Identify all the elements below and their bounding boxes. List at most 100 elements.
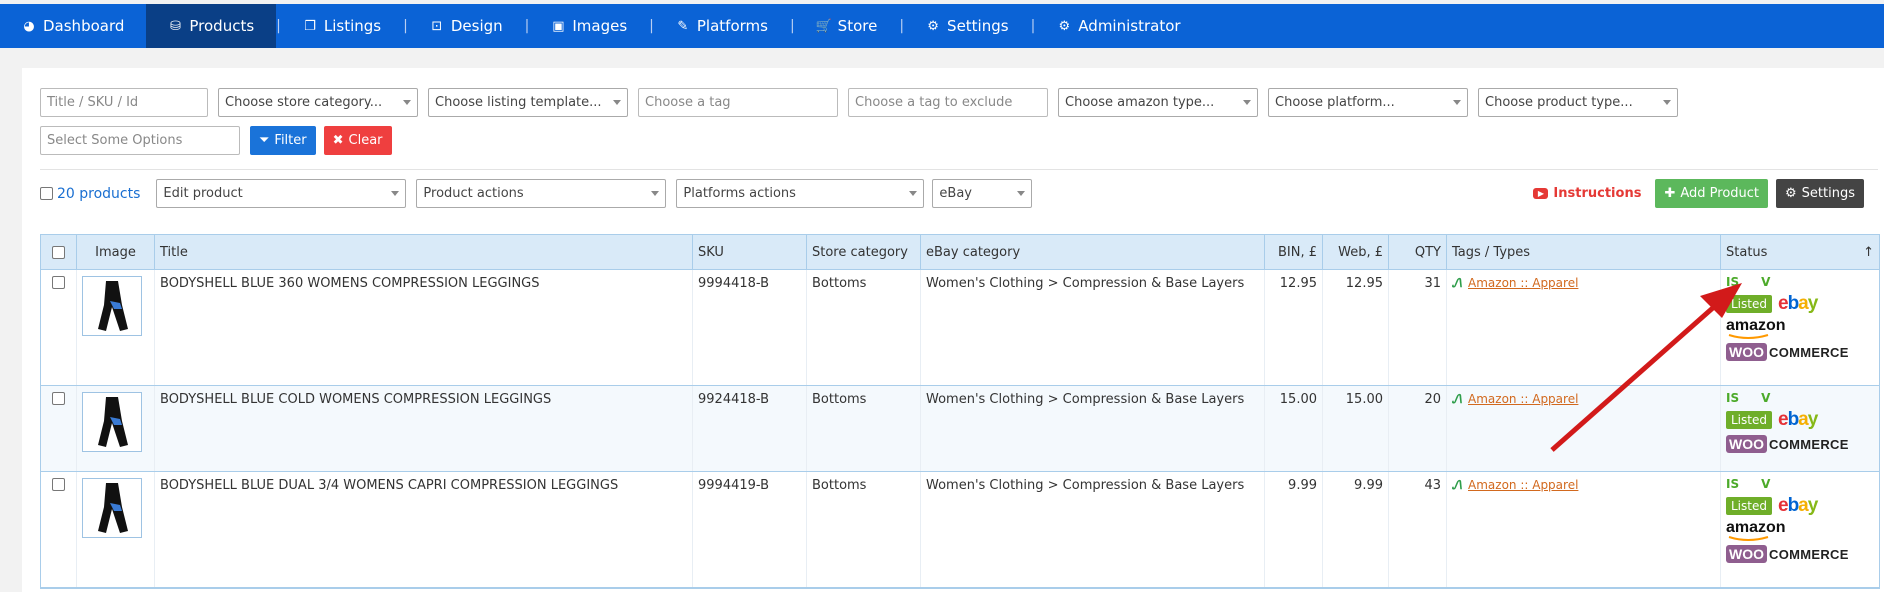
nav-item-administrator[interactable]: ⚙ Administrator [1035, 4, 1202, 48]
tag-input[interactable]: Choose a tag [638, 88, 838, 117]
product-store-category: Bottoms [807, 270, 921, 385]
store-category-value: Choose store category... [225, 95, 383, 110]
tag-exclude-input[interactable]: Choose a tag to exclude [848, 88, 1048, 117]
product-ebay-category: Women's Clothing > Compression & Base La… [921, 386, 1265, 471]
header-store-category[interactable]: Store category [807, 235, 921, 269]
edit-product-value: Edit product [163, 186, 243, 201]
header-sku[interactable]: SKU [693, 235, 807, 269]
product-tags: Ꮑ Amazon :: Apparel [1447, 386, 1721, 471]
header-bin[interactable]: BIN, £ [1265, 235, 1323, 269]
listing-template-select[interactable]: Choose listing template... [428, 88, 628, 117]
tag-link[interactable]: Amazon :: Apparel [1468, 478, 1578, 492]
chevron-down-icon [391, 191, 400, 196]
product-web-price: 9.99 [1323, 472, 1389, 587]
product-image[interactable] [82, 392, 142, 452]
sort-icon: ↑ [1863, 244, 1874, 260]
product-qty: 31 [1389, 270, 1447, 385]
nav-item-platforms[interactable]: ✎ Platforms [654, 4, 790, 48]
options-input[interactable]: Select Some Options [40, 126, 240, 155]
table-row[interactable]: BODYSHELL BLUE COLD WOMENS COMPRESSION L… [41, 386, 1879, 472]
header-checkbox[interactable] [52, 245, 65, 259]
nav-item-store[interactable]: 🛒 Store [795, 4, 900, 48]
product-type-select[interactable]: Choose product type... [1478, 88, 1678, 117]
nav-item-settings[interactable]: ⚙ Settings [904, 4, 1031, 48]
nav-item-products[interactable]: ⛁ Products [146, 4, 277, 48]
edit-product-select[interactable]: Edit product [156, 179, 407, 208]
clear-button[interactable]: ✖ Clear [323, 126, 392, 155]
product-title[interactable]: BODYSHELL BLUE COLD WOMENS COMPRESSION L… [155, 386, 693, 471]
header-status[interactable]: Status ↑ [1721, 235, 1879, 269]
title-sku-input[interactable]: Title / SKU / Id [40, 88, 208, 117]
listed-badge: Listed [1726, 497, 1772, 515]
header-tags[interactable]: Tags / Types [1447, 235, 1721, 269]
instructions-link[interactable]: ▶ Instructions [1533, 186, 1641, 201]
platforms-actions-select[interactable]: Platforms actions [676, 179, 925, 208]
nav-item-dashboard[interactable]: ◕ Dashboard [0, 4, 146, 48]
product-actions-select[interactable]: Product actions [416, 179, 667, 208]
woocommerce-logo: WOO COMMERCE [1726, 343, 1874, 361]
leggings-image-icon [98, 397, 128, 447]
product-type-value: Choose product type... [1485, 95, 1633, 110]
nav-label: Listings [323, 17, 382, 35]
ebay-logo: ebay [1777, 495, 1818, 516]
product-tags: Ꮑ Amazon :: Apparel [1447, 472, 1721, 587]
header-title[interactable]: Title [155, 235, 693, 269]
header-select-all [41, 235, 77, 269]
plug-icon: ✎ [677, 18, 689, 34]
row-checkbox[interactable] [52, 276, 65, 289]
product-qty: 20 [1389, 386, 1447, 471]
status-header-label: Status [1726, 244, 1768, 260]
nav-item-listings[interactable]: ❐ Listings [281, 4, 403, 48]
add-product-button[interactable]: ✚ Add Product [1655, 179, 1769, 208]
product-status: IS V Listed ebay WOO COMMERCE [1721, 386, 1879, 471]
header-web[interactable]: Web, £ [1323, 235, 1389, 269]
header-image[interactable]: Image [77, 235, 155, 269]
store-category-select[interactable]: Choose store category... [218, 88, 418, 117]
listing-template-value: Choose listing template... [435, 95, 602, 110]
chevron-down-icon [909, 191, 918, 196]
plus-icon: ✚ [1664, 186, 1676, 201]
product-web-price: 15.00 [1323, 386, 1389, 471]
nav-label: Settings [947, 17, 1009, 35]
nav-label: Products [189, 17, 255, 35]
chevron-down-icon [403, 100, 411, 105]
clear-label: Clear [348, 133, 383, 148]
amazon-type-value: Choose amazon type... [1065, 95, 1215, 110]
product-bin-price: 15.00 [1265, 386, 1323, 471]
product-image[interactable] [82, 276, 142, 336]
table-row[interactable]: BODYSHELL BLUE DUAL 3/4 WOMENS CAPRI COM… [41, 472, 1879, 588]
product-ebay-category: Women's Clothing > Compression & Base La… [921, 270, 1265, 385]
row-checkbox[interactable] [52, 478, 65, 491]
nav-item-design[interactable]: ⊡ Design [408, 4, 525, 48]
cubes-icon: ⛁ [169, 18, 181, 34]
filter-button[interactable]: ⏷ Filter [250, 126, 316, 155]
product-title[interactable]: BODYSHELL BLUE 360 WOMENS COMPRESSION LE… [155, 270, 693, 385]
product-store-category: Bottoms [807, 386, 921, 471]
amazon-type-select[interactable]: Choose amazon type... [1058, 88, 1258, 117]
product-image[interactable] [82, 478, 142, 538]
settings-button[interactable]: ⚙ Settings [1776, 179, 1864, 208]
table-row[interactable]: BODYSHELL BLUE 360 WOMENS COMPRESSION LE… [41, 270, 1879, 386]
tag-link[interactable]: Amazon :: Apparel [1468, 392, 1578, 406]
platform-select[interactable]: Choose platform... [1268, 88, 1468, 117]
platform-filter-select[interactable]: eBay [932, 179, 1033, 208]
select-all-products-checkbox[interactable] [40, 187, 53, 200]
nav-label: Design [450, 17, 503, 35]
listed-badge: Listed [1726, 295, 1772, 313]
product-web-price: 12.95 [1323, 270, 1389, 385]
row-image-cell [77, 472, 155, 587]
filter-label: Filter [274, 133, 307, 148]
copy-icon: ❐ [304, 18, 316, 34]
nav-item-images[interactable]: ▣ Images [529, 4, 649, 48]
tag-link[interactable]: Amazon :: Apparel [1468, 276, 1578, 290]
gear-icon: ⚙ [927, 18, 939, 34]
woocommerce-logo: WOO COMMERCE [1726, 545, 1874, 563]
row-checkbox[interactable] [52, 392, 65, 405]
header-ebay-category[interactable]: eBay category [921, 235, 1265, 269]
product-title[interactable]: BODYSHELL BLUE DUAL 3/4 WOMENS CAPRI COM… [155, 472, 693, 587]
header-qty[interactable]: QTY [1389, 235, 1447, 269]
woocommerce-logo: WOO COMMERCE [1726, 435, 1874, 453]
leggings-image-icon [98, 281, 128, 331]
product-tags: Ꮑ Amazon :: Apparel [1447, 270, 1721, 385]
chevron-down-icon [1453, 100, 1461, 105]
